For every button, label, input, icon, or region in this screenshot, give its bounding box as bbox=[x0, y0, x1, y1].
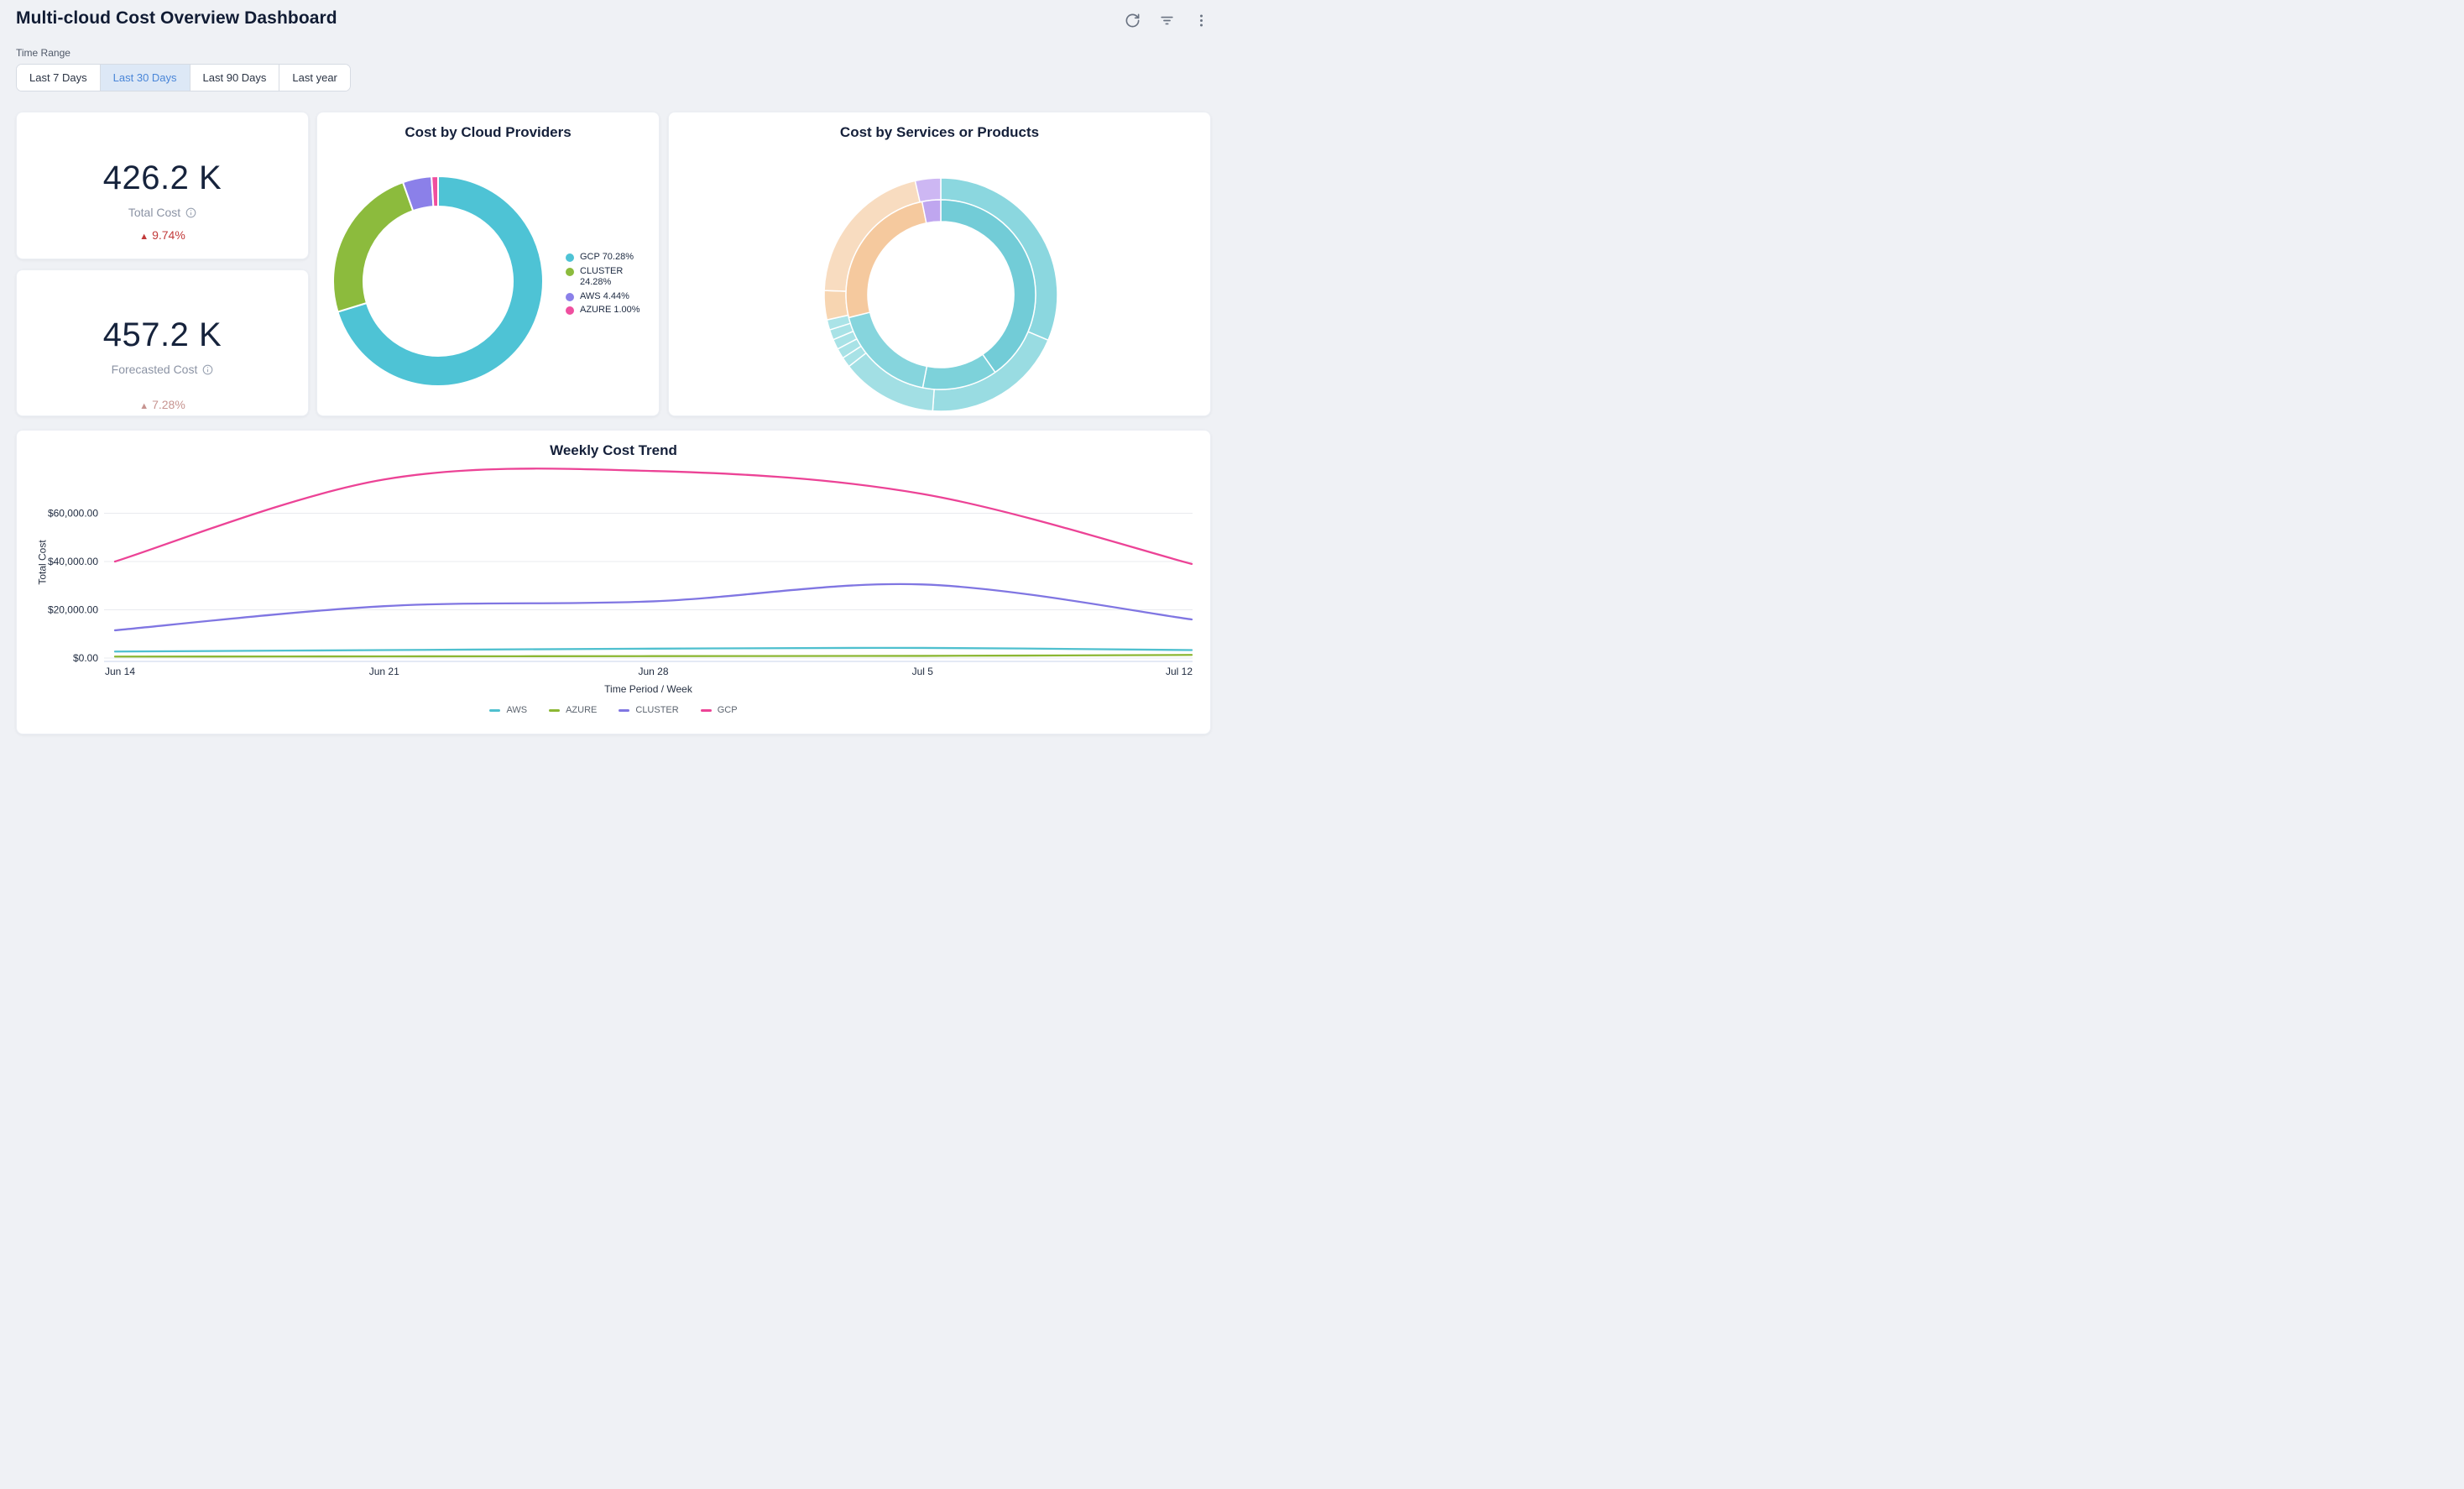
total-cost-label: Total Cost bbox=[128, 206, 180, 219]
header: Multi-cloud Cost Overview Dashboard bbox=[16, 8, 1211, 35]
services-sunburst-chart[interactable] bbox=[669, 112, 1212, 417]
legend-swatch-icon bbox=[701, 709, 712, 712]
legend-item-gcp[interactable]: GCP 70.28% bbox=[566, 252, 650, 264]
kebab-menu-icon bbox=[1193, 13, 1209, 29]
y-tick-label: $40,000.00 bbox=[48, 556, 98, 567]
donut-slice-cluster[interactable] bbox=[333, 182, 413, 311]
trend-line-azure[interactable] bbox=[115, 655, 1192, 656]
page-title: Multi-cloud Cost Overview Dashboard bbox=[16, 8, 1211, 29]
total-cost-label-row: Total Cost bbox=[17, 206, 308, 219]
more-options-button[interactable] bbox=[1191, 10, 1211, 30]
legend-swatch-icon bbox=[489, 709, 500, 712]
legend-dot-icon bbox=[566, 268, 574, 276]
donut-chart-title: Cost by Cloud Providers bbox=[317, 124, 659, 141]
legend-dot-icon bbox=[566, 306, 574, 315]
legend-label: CLUSTER 24.28% bbox=[580, 266, 650, 289]
trend-line-cluster[interactable] bbox=[115, 584, 1192, 630]
donut-slice-azure[interactable] bbox=[431, 176, 438, 206]
time-range-label: Time Range bbox=[16, 47, 70, 59]
dashboard-page: Multi-cloud Cost Overview Dashboard bbox=[0, 0, 1232, 744]
legend-item-azure[interactable]: AZURE 1.00% bbox=[566, 305, 650, 316]
filter-icon bbox=[1159, 13, 1175, 29]
sunburst-outer-segment-9[interactable] bbox=[824, 290, 848, 320]
x-tick-label: Jun 21 bbox=[369, 666, 399, 677]
time-range-option-last-7-days[interactable]: Last 7 Days bbox=[17, 65, 101, 91]
up-triangle-icon: ▲ bbox=[139, 401, 149, 411]
weekly-cost-trend-card: Weekly Cost Trend Total Cost $0.00$20,00… bbox=[16, 430, 1211, 734]
info-icon[interactable] bbox=[202, 364, 213, 375]
cost-by-services-card: Cost by Services or Products bbox=[668, 112, 1211, 416]
trend-legend-item-gcp[interactable]: GCP bbox=[701, 705, 738, 715]
y-tick-label: $0.00 bbox=[73, 652, 98, 664]
sunburst-chart-title: Cost by Services or Products bbox=[669, 124, 1210, 141]
time-range-option-last-90-days[interactable]: Last 90 Days bbox=[191, 65, 280, 91]
total-cost-value: 426.2 K bbox=[17, 159, 308, 197]
forecasted-cost-label-row: Forecasted Cost bbox=[17, 363, 308, 376]
refresh-icon bbox=[1125, 13, 1141, 29]
forecasted-cost-kpi-card: 457.2 K Forecasted Cost ▲7.28% bbox=[16, 269, 309, 416]
sunburst-outer-segment-11[interactable] bbox=[915, 178, 941, 202]
legend-item-cluster[interactable]: CLUSTER 24.28% bbox=[566, 266, 650, 289]
y-tick-label: $20,000.00 bbox=[48, 604, 98, 616]
time-range-option-last-30-days[interactable]: Last 30 Days bbox=[101, 65, 191, 91]
legend-dot-icon bbox=[566, 253, 574, 262]
legend-label: GCP bbox=[718, 705, 738, 715]
legend-label: GCP 70.28% bbox=[580, 252, 634, 264]
legend-swatch-icon bbox=[549, 709, 560, 712]
x-axis-title: Time Period / Week bbox=[604, 683, 693, 695]
x-tick-label: Jul 12 bbox=[1166, 666, 1193, 677]
legend-label: AZURE bbox=[566, 705, 597, 715]
forecasted-cost-label: Forecasted Cost bbox=[112, 363, 198, 376]
legend-label: AWS 4.44% bbox=[580, 291, 629, 303]
y-tick-label: $60,000.00 bbox=[48, 508, 98, 520]
x-tick-label: Jul 5 bbox=[912, 666, 934, 677]
filter-button[interactable] bbox=[1156, 10, 1177, 30]
trend-legend: AWS AZURE CLUSTER GCP bbox=[17, 705, 1210, 715]
forecasted-cost-delta: ▲7.28% bbox=[17, 398, 308, 411]
trend-legend-item-azure[interactable]: AZURE bbox=[549, 705, 597, 715]
trend-legend-item-cluster[interactable]: CLUSTER bbox=[619, 705, 678, 715]
legend-label: AWS bbox=[506, 705, 527, 715]
legend-swatch-icon bbox=[619, 709, 629, 712]
donut-legend: GCP 70.28% CLUSTER 24.28% AWS 4.44% AZURE 1… bbox=[566, 252, 650, 316]
time-range-segmented-control: Last 7 DaysLast 30 DaysLast 90 DaysLast … bbox=[16, 64, 351, 91]
trend-legend-item-aws[interactable]: AWS bbox=[489, 705, 527, 715]
x-tick-label: Jun 28 bbox=[638, 666, 668, 677]
header-actions bbox=[1122, 10, 1211, 30]
weekly-cost-trend-chart[interactable]: $0.00 $20,000.00 $40,000.00 $60,000.00 Jun 1… bbox=[17, 431, 1212, 735]
legend-label: CLUSTER bbox=[635, 705, 678, 715]
total-cost-delta: ▲9.74% bbox=[17, 228, 308, 242]
legend-item-aws[interactable]: AWS 4.44% bbox=[566, 291, 650, 303]
forecasted-cost-value: 457.2 K bbox=[17, 316, 308, 354]
legend-label: AZURE 1.00% bbox=[580, 305, 640, 316]
refresh-button[interactable] bbox=[1122, 10, 1142, 30]
trend-line-aws[interactable] bbox=[115, 648, 1192, 651]
time-range-option-last-year[interactable]: Last year bbox=[279, 65, 349, 91]
legend-dot-icon bbox=[566, 293, 574, 301]
up-triangle-icon: ▲ bbox=[139, 232, 149, 242]
total-cost-kpi-card: 426.2 K Total Cost ▲9.74% bbox=[16, 112, 309, 259]
x-tick-label: Jun 14 bbox=[105, 666, 135, 677]
trend-line-gcp[interactable] bbox=[115, 468, 1192, 564]
info-icon[interactable] bbox=[185, 207, 196, 218]
cost-by-cloud-providers-card: Cost by Cloud Providers GCP 70.28% CLUSTE… bbox=[316, 112, 660, 416]
